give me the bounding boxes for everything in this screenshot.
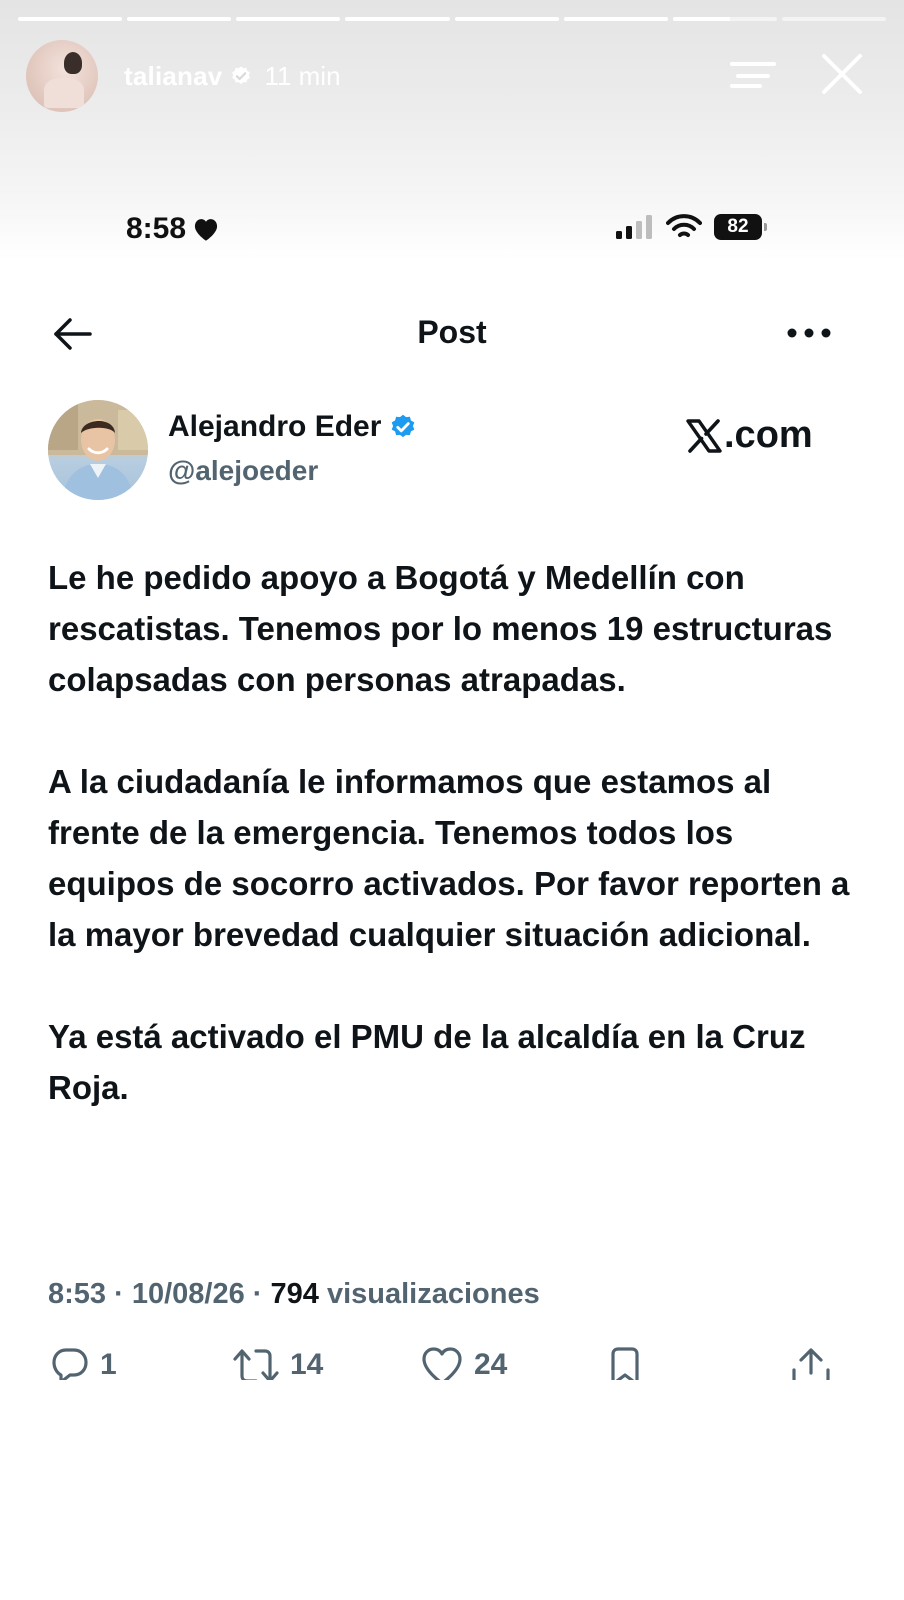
reply-count: 1	[100, 1348, 117, 1380]
story-username[interactable]: talianav	[124, 61, 222, 92]
post-time[interactable]: 8:53	[48, 1278, 106, 1310]
post-action-bar: 1 14 24	[0, 1346, 904, 1380]
share-icon	[792, 1348, 830, 1380]
x-logo-icon	[686, 418, 722, 453]
post-body: Le he pedido apoyo a Bogotá y Medellín c…	[48, 552, 868, 1164]
author-name[interactable]: Alejandro Eder	[168, 410, 381, 444]
bookmark-button[interactable]	[608, 1346, 642, 1380]
story-progress-segment	[672, 17, 777, 21]
story-user-header: talianav 11 min	[26, 40, 341, 112]
heart-outline-icon	[422, 1347, 462, 1380]
story-progress-segment	[127, 17, 232, 21]
author-handle[interactable]: @alejoeder	[168, 455, 318, 487]
story-progress-segment	[345, 17, 450, 21]
like-button[interactable]: 24	[420, 1346, 507, 1380]
author-avatar[interactable]	[48, 400, 148, 500]
story-progress-segment	[563, 17, 668, 21]
story-progress-fill	[18, 17, 123, 21]
story-progress-segment	[18, 17, 123, 21]
repost-count: 14	[290, 1348, 324, 1380]
story-progress-bar	[18, 17, 886, 21]
xcom-watermark: .com	[686, 414, 813, 457]
more-options-icon[interactable]	[786, 326, 832, 340]
story-timestamp: 11 min	[264, 60, 341, 91]
reply-button[interactable]: 1	[50, 1346, 117, 1380]
phone-status-icons: 82	[614, 214, 767, 240]
meta-separator: ·	[244, 1278, 271, 1310]
story-progress-fill	[672, 17, 731, 21]
story-progress-fill	[563, 17, 668, 21]
phone-status-time: 8:58	[126, 212, 220, 246]
story-progress-segment	[236, 17, 341, 21]
post-views-label[interactable]: visualizaciones	[327, 1278, 540, 1310]
battery-icon: 82	[714, 214, 767, 240]
post-date[interactable]: 10/08/26	[132, 1278, 245, 1310]
battery-level: 82	[727, 216, 749, 237]
verified-badge-icon	[232, 66, 251, 84]
like-count: 24	[474, 1348, 508, 1380]
menu-icon[interactable]	[730, 58, 776, 94]
post-paragraph: Ya está activado el PMU de la alcaldía e…	[48, 1018, 806, 1106]
verified-badge-icon	[392, 414, 415, 438]
post-meta: 8:53 · 10/08/26 · 794 visualizaciones	[48, 1278, 540, 1311]
story-progress-segment	[781, 17, 886, 21]
page-title: Post	[417, 314, 487, 350]
story-progress-fill	[236, 17, 341, 21]
story-progress-fill	[454, 17, 559, 21]
status-clock: 8:58	[126, 212, 187, 245]
post-views-count: 794	[270, 1278, 319, 1310]
story-avatar[interactable]	[26, 40, 98, 112]
post-paragraph: A la ciudadanía le informamos que estamo…	[48, 763, 850, 953]
author-name-row: Alejandro Eder	[168, 410, 417, 444]
cellular-signal-icon	[616, 215, 652, 239]
story-progress-fill	[345, 17, 450, 21]
xcom-watermark-text: .com	[724, 414, 813, 456]
post-paragraph: Le he pedido apoyo a Bogotá y Medellín c…	[48, 559, 833, 698]
reply-icon	[52, 1348, 88, 1380]
meta-separator: ·	[106, 1278, 132, 1310]
repost-icon	[233, 1349, 279, 1380]
share-button[interactable]	[790, 1346, 832, 1380]
heart-icon	[194, 219, 218, 241]
author-avatar-image	[48, 400, 148, 500]
story-progress-fill	[127, 17, 232, 21]
story-progress-segment	[454, 17, 559, 21]
wifi-icon	[666, 214, 702, 237]
repost-button[interactable]: 14	[232, 1346, 323, 1380]
bookmark-icon	[611, 1347, 639, 1380]
close-icon[interactable]	[818, 50, 866, 98]
